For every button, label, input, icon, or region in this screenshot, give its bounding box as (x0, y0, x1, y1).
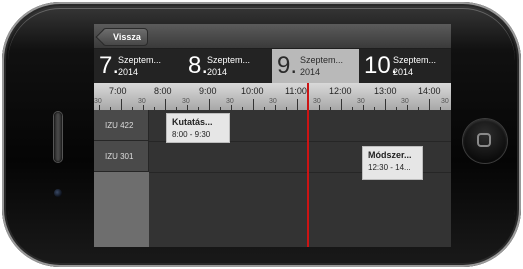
front-camera (54, 189, 62, 197)
event-time: 12:30 - 14... (368, 163, 411, 172)
day-10[interactable]: 10. Szeptem... 2014 (359, 49, 451, 83)
half-hour-label: 30 (94, 98, 102, 105)
half-hour-label: 30 (313, 98, 321, 105)
hour-tick (209, 99, 210, 110)
half-hour-label: 30 (401, 98, 409, 105)
day-number: 7. (99, 52, 120, 79)
hour-label: 9:00 (199, 86, 217, 96)
app-screen: Vissza 7. Szeptem... 2014 8. Szeptem... … (94, 24, 451, 247)
navigation-bar: Vissza (94, 24, 451, 49)
event-card[interactable]: Kutatás... 8:00 - 9:30 (166, 113, 230, 143)
day-selector: 7. Szeptem... 2014 8. Szeptem... 2014 9.… (94, 49, 451, 83)
hour-tick (341, 99, 342, 110)
room-label[interactable]: IZU 301 (94, 141, 149, 172)
day-month: Szeptem... (118, 55, 162, 65)
room-label[interactable]: IZU 422 (94, 110, 149, 141)
event-card[interactable]: Módszer... 12:30 - 14... (362, 146, 423, 180)
speaker-grille (54, 112, 62, 162)
hour-label: 10:00 (241, 86, 264, 96)
day-year: 2014 (300, 67, 321, 77)
hour-label: 12:00 (329, 86, 352, 96)
day-month: Szeptem... (300, 55, 344, 65)
hour-tick (385, 99, 386, 110)
hour-tick (429, 99, 430, 110)
back-button-label: Vissza (113, 32, 141, 42)
half-hour-label: 30 (226, 98, 234, 105)
hour-tick (253, 99, 254, 110)
half-hour-label: 30 (182, 98, 190, 105)
day-month: Szeptem... (393, 55, 437, 65)
phone-frame: Vissza 7. Szeptem... 2014 8. Szeptem... … (2, 2, 521, 267)
event-title: Kutatás... (172, 117, 213, 127)
half-hour-label: 30 (269, 98, 277, 105)
current-time-indicator (307, 83, 309, 247)
day-month: Szeptem... (207, 55, 251, 65)
half-hour-label: 30 (441, 98, 449, 105)
day-number: 8. (188, 52, 209, 79)
day-number: 9. (277, 52, 298, 79)
hour-label: 14:00 (418, 86, 441, 96)
back-button[interactable]: Vissza (102, 28, 148, 46)
day-year: 2014 (207, 67, 228, 77)
day-8[interactable]: 8. Szeptem... 2014 (183, 49, 272, 83)
hour-tick (297, 99, 298, 110)
event-time: 8:00 - 9:30 (172, 130, 211, 139)
home-button[interactable] (463, 119, 507, 163)
time-ruler[interactable]: 7:00 8:00 9:00 10:00 11:00 12:00 13:00 1… (94, 83, 451, 110)
day-year: 2014 (393, 67, 414, 77)
hour-label: 13:00 (374, 86, 397, 96)
home-square-icon (477, 133, 491, 147)
hour-label: 8:00 (154, 86, 172, 96)
hour-tick (121, 99, 122, 110)
hour-tick (165, 99, 166, 110)
hour-label: 11:00 (285, 86, 307, 96)
day-year: 2014 (118, 67, 139, 77)
day-9[interactable]: 9. Szeptem... 2014 (272, 49, 359, 83)
room-column: IZU 422 IZU 301 (94, 110, 149, 247)
half-hour-label: 30 (138, 98, 146, 105)
event-title: Módszer... (368, 150, 412, 160)
hour-label: 7:00 (109, 86, 127, 96)
schedule-grid: Kutatás... 8:00 - 9:30 Módszer... 12:30 … (149, 110, 451, 247)
day-7[interactable]: 7. Szeptem... 2014 (94, 49, 183, 83)
half-hour-label: 30 (357, 98, 365, 105)
